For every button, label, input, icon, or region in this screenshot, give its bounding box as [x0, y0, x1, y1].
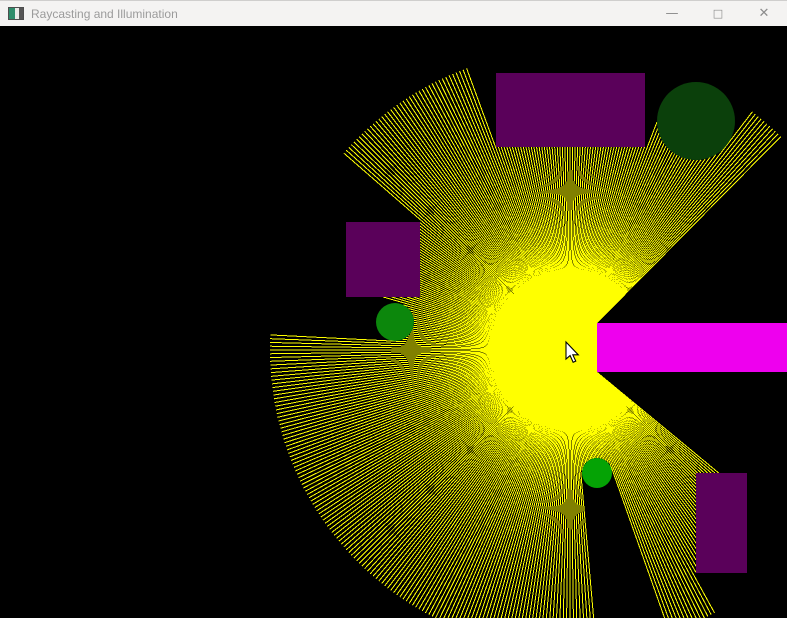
- obstacle-circle-mid-green: [376, 303, 414, 341]
- obstacle-rect-magenta: [597, 323, 787, 372]
- raycasting-scene[interactable]: [0, 26, 787, 618]
- close-button[interactable]: ✕: [741, 1, 787, 26]
- obstacle-circle-dark-green: [657, 82, 735, 160]
- maximize-button[interactable]: □: [695, 1, 741, 26]
- obstacle-rect-top: [496, 73, 645, 147]
- app-window: Raycasting and Illumination — □ ✕: [0, 0, 787, 618]
- minimize-button[interactable]: —: [649, 1, 695, 26]
- obstacle-circle-bright-green: [582, 458, 612, 488]
- obstacle-rect-bottom-right: [696, 473, 747, 573]
- obstacle-rect-left: [346, 222, 420, 297]
- app-icon: [8, 7, 24, 20]
- window-controls: — □ ✕: [649, 1, 787, 26]
- window-title: Raycasting and Illumination: [31, 6, 178, 21]
- title-bar[interactable]: Raycasting and Illumination — □ ✕: [0, 0, 787, 26]
